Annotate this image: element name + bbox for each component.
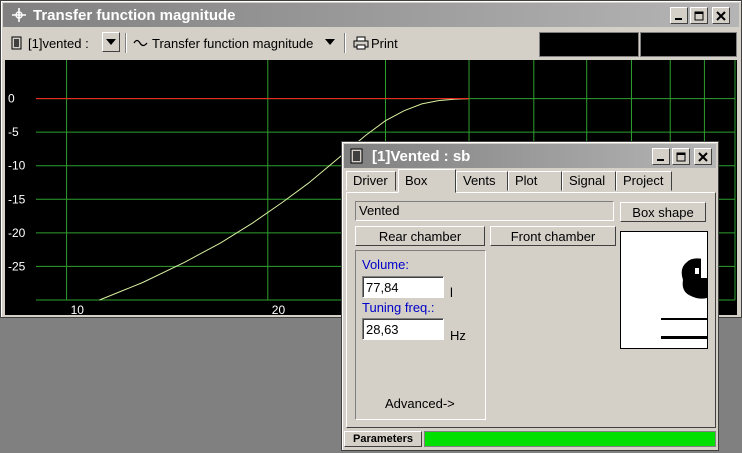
box-shape-button[interactable]: Box shape — [620, 202, 706, 222]
box-close-button[interactable] — [694, 148, 712, 165]
volume-input[interactable]: 77,84 — [362, 276, 444, 298]
status-bar: Parameters — [344, 430, 716, 448]
tab-project[interactable]: Project — [616, 171, 672, 191]
close-icon — [716, 10, 726, 21]
y-tick-label: -15 — [8, 192, 26, 206]
printer-icon — [353, 36, 369, 50]
toolbar-separator — [125, 33, 127, 53]
close-button[interactable] — [712, 7, 730, 24]
view-dropdown-button[interactable] — [321, 32, 339, 52]
rear-chamber-button[interactable]: Rear chamber — [355, 226, 485, 246]
box-maximize-button[interactable] — [672, 148, 690, 165]
progress-fill — [425, 432, 715, 446]
minimize-button[interactable] — [670, 7, 688, 24]
maximize-icon — [676, 152, 686, 161]
x-tick-label: 10 — [71, 303, 85, 315]
x-tick-label: 20 — [272, 303, 286, 315]
box-minimize-button[interactable] — [652, 148, 670, 165]
sine-wave-icon — [133, 39, 148, 47]
close-icon — [698, 151, 708, 162]
main-title-bar[interactable]: Transfer function magnitude — [3, 3, 739, 27]
maximize-button[interactable] — [690, 7, 708, 24]
tab-plot[interactable]: Plot — [508, 171, 562, 191]
readout-box-1 — [539, 32, 639, 57]
front-chamber-button[interactable]: Front chamber — [490, 226, 616, 246]
box-parameters-window: [1]Vented : sb Driver Box Vents Plot Sig… — [341, 141, 719, 451]
project-select[interactable]: [1]vented : — [11, 32, 89, 54]
print-label: Print — [371, 35, 398, 51]
maximize-icon — [694, 11, 704, 20]
print-button[interactable]: Print — [353, 32, 398, 54]
main-toolbar: [1]vented : Transfer function magnitude … — [3, 29, 739, 57]
y-tick-label: -25 — [8, 259, 26, 273]
minimize-icon — [657, 158, 664, 161]
speaker-cross-section-icon — [661, 242, 707, 339]
tuning-input[interactable]: 28,63 — [362, 318, 444, 340]
crosshair-icon — [11, 7, 27, 23]
volume-unit: l — [450, 285, 453, 300]
tab-driver[interactable]: Driver — [346, 171, 396, 191]
tuning-label: Tuning freq.: — [362, 300, 435, 315]
chevron-down-icon — [325, 39, 335, 45]
rear-chamber-group: Volume: 77,84 l Tuning freq.: 28,63 Hz A… — [355, 250, 486, 420]
tab-signal[interactable]: Signal — [562, 171, 616, 191]
box-shape-preview — [620, 231, 708, 349]
chevron-down-icon — [106, 39, 116, 45]
advanced-button[interactable]: Advanced-> — [385, 396, 455, 411]
box-window-title: [1]Vented : sb — [372, 148, 471, 165]
toolbar-separator — [344, 33, 346, 53]
box-type-field: Vented — [355, 201, 614, 221]
tab-box[interactable]: Box — [398, 169, 456, 193]
parameters-status: Parameters — [344, 431, 422, 447]
main-window-title: Transfer function magnitude — [33, 7, 236, 24]
view-select-label: Transfer function magnitude — [152, 35, 314, 51]
progress-bar — [424, 431, 716, 447]
tuning-unit: Hz — [450, 328, 466, 343]
speaker-box-icon — [11, 36, 22, 50]
box-title-bar[interactable]: [1]Vented : sb — [344, 144, 716, 168]
y-tick-label: -5 — [8, 125, 19, 139]
minimize-icon — [675, 17, 682, 20]
project-dropdown-button[interactable] — [102, 32, 120, 52]
y-tick-label: -10 — [8, 159, 26, 173]
box-tabs: Driver Box Vents Plot Signal Project — [346, 169, 714, 193]
readout-box-2 — [640, 32, 737, 57]
y-tick-label: -20 — [8, 226, 26, 240]
project-select-label: [1]vented : — [28, 35, 89, 51]
speaker-box-icon — [350, 148, 366, 164]
box-tab-page: Vented Box shape Rear chamber Front cham… — [346, 192, 716, 428]
y-tick-label: 0 — [8, 92, 15, 106]
view-select[interactable]: Transfer function magnitude — [133, 32, 313, 54]
tab-vents[interactable]: Vents — [456, 171, 508, 191]
volume-label: Volume: — [362, 257, 409, 272]
